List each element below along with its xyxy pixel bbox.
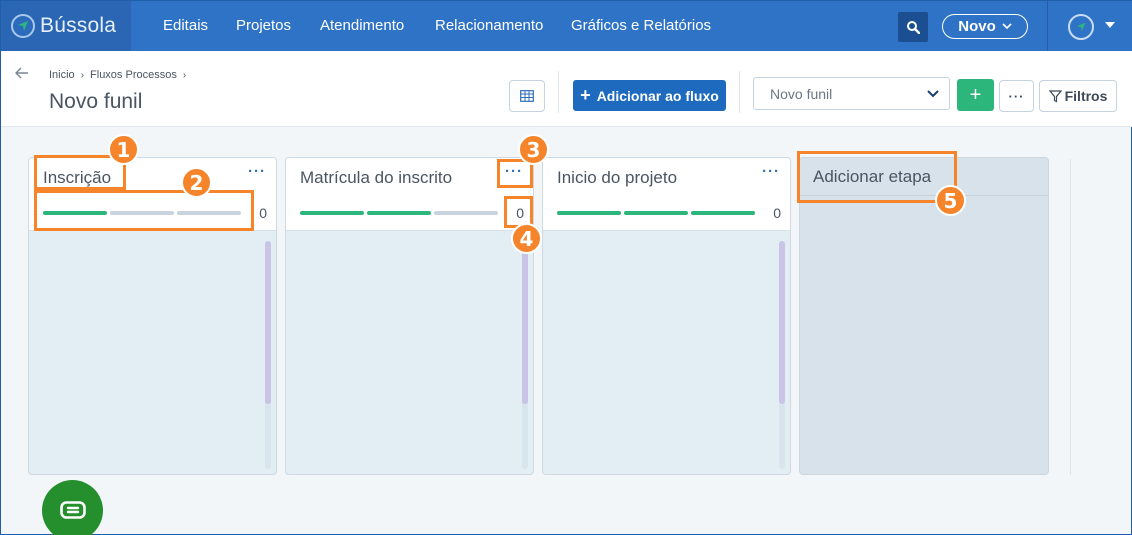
search-icon bbox=[907, 21, 920, 34]
brand-name: Bússola bbox=[40, 14, 117, 37]
stage-header: Inicio do projeto ··· 0 bbox=[543, 158, 790, 231]
progress-segment bbox=[624, 211, 688, 215]
stage-scrollbar[interactable] bbox=[522, 241, 528, 469]
annotation-badge-1: 1 bbox=[108, 134, 139, 165]
top-navbar: Bússola Editais Projetos Atendimento Rel… bbox=[1, 1, 1132, 51]
table-view-button[interactable] bbox=[509, 80, 545, 112]
plus-icon: + bbox=[580, 85, 591, 105]
funnel-select-value: Novo funil bbox=[770, 85, 833, 102]
header-divider bbox=[739, 71, 740, 113]
progress-segment bbox=[367, 211, 431, 215]
nav-link-graficos-relatorios[interactable]: Gráficos e Relatórios bbox=[571, 1, 711, 51]
breadcrumb-home[interactable]: Inicio bbox=[49, 69, 75, 81]
breadcrumb: Inicio › Fluxos Processos › bbox=[49, 69, 186, 81]
new-dropdown-button[interactable]: Novo bbox=[942, 14, 1028, 39]
ellipsis-icon: ··· bbox=[1008, 88, 1025, 104]
stage-header: Matrícula do inscrito ··· 0 bbox=[286, 158, 533, 231]
progress-segment bbox=[557, 211, 621, 215]
annotation-badge-2: 2 bbox=[181, 167, 212, 198]
scroll-thumb[interactable] bbox=[522, 241, 528, 404]
add-stage-column[interactable]: Adicionar etapa bbox=[799, 157, 1049, 475]
filters-label: Filtros bbox=[1064, 88, 1108, 104]
stage-menu-ellipsis-icon[interactable]: ··· bbox=[762, 163, 780, 180]
stage-column-inicio-projeto: Inicio do projeto ··· 0 bbox=[542, 157, 791, 475]
table-icon bbox=[520, 90, 534, 102]
header-divider bbox=[558, 71, 559, 113]
filters-button[interactable]: Filtros bbox=[1039, 80, 1117, 112]
progress-segment bbox=[691, 211, 755, 215]
annotation-highlight-5 bbox=[797, 151, 957, 203]
nav-link-projetos[interactable]: Projetos bbox=[236, 1, 291, 51]
nav-link-relacionamento[interactable]: Relacionamento bbox=[435, 1, 543, 51]
chevron-down-icon bbox=[927, 89, 939, 97]
filter-icon bbox=[1048, 89, 1062, 102]
breadcrumb-flows[interactable]: Fluxos Processos bbox=[90, 69, 177, 81]
chevron-right-icon: › bbox=[80, 69, 85, 81]
stage-progress-bar bbox=[557, 211, 755, 215]
nav-link-editais[interactable]: Editais bbox=[163, 1, 208, 51]
add-funnel-button[interactable]: + bbox=[957, 79, 994, 111]
progress-segment bbox=[434, 211, 498, 215]
stage-menu-ellipsis-icon[interactable]: ··· bbox=[248, 163, 266, 180]
search-button[interactable] bbox=[898, 12, 928, 42]
stage-title[interactable]: Inicio do projeto bbox=[557, 168, 677, 188]
stage-count: 0 bbox=[259, 205, 267, 221]
new-button-label: Novo bbox=[958, 18, 996, 35]
add-to-flow-button[interactable]: + Adicionar ao fluxo bbox=[573, 80, 726, 111]
stage-progress-bar bbox=[300, 211, 498, 215]
scroll-thumb[interactable] bbox=[265, 241, 271, 404]
add-to-flow-label: Adicionar ao fluxo bbox=[596, 87, 719, 104]
stage-title[interactable]: Matrícula do inscrito bbox=[300, 168, 452, 188]
stage-column-matricula: Matrícula do inscrito ··· 0 bbox=[285, 157, 534, 475]
annotation-badge-3: 3 bbox=[518, 134, 549, 165]
brand-logo-link[interactable]: Bússola bbox=[1, 1, 131, 51]
plus-icon: + bbox=[969, 83, 982, 106]
nav-link-atendimento[interactable]: Atendimento bbox=[320, 1, 404, 51]
funnel-select[interactable]: Novo funil bbox=[753, 77, 950, 110]
stage-scrollbar[interactable] bbox=[265, 241, 271, 469]
annotation-badge-4: 4 bbox=[511, 223, 542, 254]
chevron-down-icon bbox=[1002, 23, 1012, 30]
stage-count: 0 bbox=[773, 205, 781, 221]
scroll-thumb[interactable] bbox=[779, 241, 785, 404]
chevron-right-icon: › bbox=[182, 69, 187, 81]
board-divider bbox=[1070, 159, 1071, 475]
user-avatar[interactable] bbox=[1068, 14, 1094, 40]
chat-launcher-button[interactable] bbox=[42, 480, 103, 535]
page-header: Inicio › Fluxos Processos › Novo funil +… bbox=[1, 51, 1132, 127]
compass-icon bbox=[11, 14, 35, 38]
chat-icon bbox=[59, 500, 86, 519]
compass-icon bbox=[1076, 22, 1086, 32]
more-options-button[interactable]: ··· bbox=[999, 80, 1034, 112]
page-title: Novo funil bbox=[49, 90, 143, 113]
annotation-highlight-2 bbox=[34, 190, 254, 231]
annotation-badge-5: 5 bbox=[935, 185, 966, 216]
nav-divider bbox=[1047, 1, 1048, 51]
caret-down-icon[interactable] bbox=[1105, 22, 1115, 28]
stage-scrollbar[interactable] bbox=[779, 241, 785, 469]
back-arrow-icon[interactable] bbox=[15, 66, 29, 84]
progress-segment bbox=[300, 211, 364, 215]
